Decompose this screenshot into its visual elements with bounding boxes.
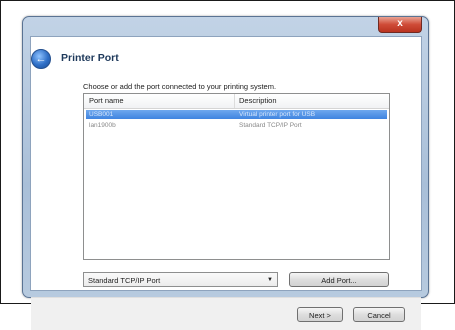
port-description-cell: Virtual printer port for USB (239, 111, 316, 118)
port-type-value: Standard TCP/IP Port (88, 276, 161, 285)
add-port-button[interactable]: Add Port... (289, 272, 389, 287)
port-row[interactable]: lan1900b Standard TCP/IP Port (86, 121, 387, 130)
cancel-button[interactable]: Cancel (353, 307, 405, 322)
port-description-cell: Standard TCP/IP Port (239, 122, 302, 129)
page-title: Printer Port (61, 52, 119, 64)
port-name-cell: lan1900b (89, 122, 116, 129)
close-button[interactable]: x (378, 17, 422, 33)
next-button[interactable]: Next > (297, 307, 343, 322)
column-divider[interactable] (234, 94, 235, 108)
port-list-header: Port name Description (84, 94, 389, 109)
dialog-client-area: ← Printer Port Choose or add the port co… (30, 36, 422, 330)
port-name-cell: USB001 (89, 111, 114, 118)
column-header-port-name[interactable]: Port name (89, 96, 124, 105)
column-header-description[interactable]: Description (239, 96, 277, 105)
back-button[interactable]: ← (31, 49, 51, 69)
port-row[interactable]: USB001 Virtual printer port for USB (86, 110, 387, 119)
close-icon: x (397, 18, 403, 29)
back-arrow-icon: ← (35, 53, 47, 65)
port-type-dropdown[interactable]: Standard TCP/IP Port ▼ (83, 272, 278, 287)
instructions-text: Choose or add the port connected to your… (83, 82, 277, 91)
port-list[interactable]: Port name Description USB001 Virtual pri… (83, 93, 390, 260)
dialog-footer: Next > Cancel (31, 297, 421, 330)
dropdown-arrow-icon: ▼ (267, 277, 273, 283)
printer-port-dialog: x ← Printer Port Choose or add the port … (22, 16, 429, 330)
